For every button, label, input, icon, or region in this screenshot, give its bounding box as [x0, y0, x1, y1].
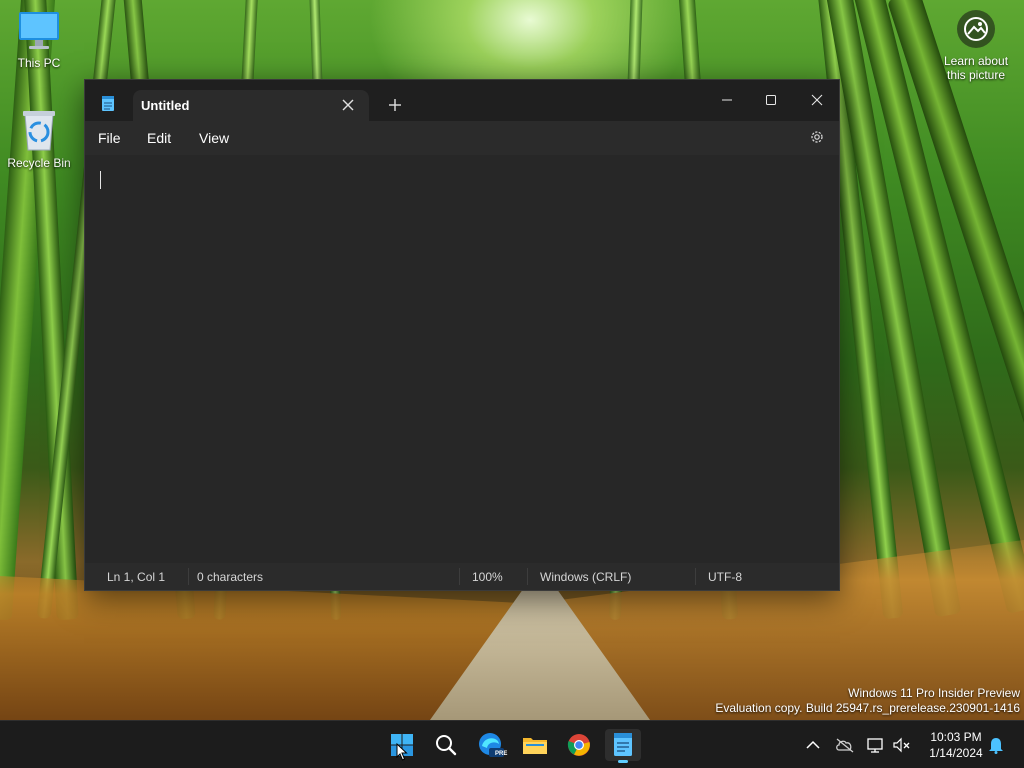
network-icon	[867, 738, 883, 753]
notepad-icon	[614, 733, 632, 756]
taskbar-chrome[interactable]	[561, 729, 597, 761]
show-hidden-icons-button[interactable]	[803, 735, 823, 755]
clock-time: 10:03 PM	[930, 730, 982, 744]
this-pc-icon	[19, 12, 59, 49]
status-encoding[interactable]: UTF-8	[708, 570, 742, 584]
active-app-indicator	[618, 760, 628, 763]
taskbar-file-explorer[interactable]	[517, 729, 553, 761]
chrome-icon	[567, 734, 590, 756]
taskbar: PRE 10:03 PM 1/14/2024	[0, 720, 1024, 768]
menu-edit[interactable]: Edit	[147, 130, 171, 146]
watermark-line-1: Windows 11 Pro Insider Preview	[848, 686, 1020, 700]
onedrive-button[interactable]	[835, 735, 855, 755]
taskbar-edge-preview[interactable]: PRE	[473, 729, 509, 761]
menu-file[interactable]: File	[98, 130, 121, 146]
desktop-icon-label: Recycle Bin	[7, 156, 71, 170]
network-button[interactable]	[866, 735, 886, 755]
edge-badge: PRE	[495, 751, 508, 757]
recycle-bin-icon	[23, 111, 55, 151]
search-icon	[436, 735, 457, 756]
chevron-up-icon	[806, 740, 820, 749]
menu-bar: File Edit View	[85, 121, 839, 155]
status-zoom[interactable]: 100%	[472, 570, 503, 584]
learn-line-2: this picture	[946, 68, 1006, 82]
file-explorer-icon	[523, 738, 547, 754]
text-editor-area[interactable]	[85, 155, 839, 563]
desktop-icon-this-pc[interactable]: This PC	[1, 10, 77, 70]
notepad-app-icon	[102, 96, 114, 111]
notifications-button[interactable]	[986, 735, 1006, 755]
desktop-icon-label: This PC	[17, 56, 61, 70]
learn-about-picture[interactable]: Learn about this picture	[936, 10, 1016, 82]
taskbar-notepad[interactable]	[605, 729, 641, 763]
status-position: Ln 1, Col 1	[107, 570, 166, 584]
tab-title: Untitled	[141, 98, 190, 113]
camera-spotlight-icon	[957, 10, 995, 48]
search-button[interactable]	[428, 729, 464, 761]
menu-view[interactable]: View	[199, 130, 229, 146]
clock-date: 1/14/2024	[929, 746, 983, 760]
mouse-cursor-icon	[396, 743, 408, 761]
maximize-icon	[766, 95, 776, 105]
desktop-icon-recycle-bin[interactable]: Recycle Bin	[1, 108, 77, 170]
tab-untitled[interactable]: Untitled	[133, 90, 369, 121]
new-tab-icon[interactable]	[388, 98, 402, 112]
close-icon	[811, 94, 823, 106]
status-bar: Ln 1, Col 1 0 characters 100% Windows (C…	[85, 563, 839, 590]
onedrive-offline-icon	[836, 738, 854, 753]
title-bar[interactable]: Untitled	[85, 80, 839, 121]
evaluation-watermark: Windows 11 Pro Insider Preview Evaluatio…	[715, 686, 1020, 716]
volume-button[interactable]	[892, 735, 912, 755]
maximize-button[interactable]	[749, 86, 793, 114]
bell-icon	[989, 738, 1003, 754]
minimize-icon	[722, 99, 732, 101]
status-characters: 0 characters	[197, 570, 264, 584]
notepad-window: Untitled File Edit View Ln 1, Col 1 0 ch…	[84, 79, 840, 591]
minimize-button[interactable]	[705, 86, 749, 114]
watermark-line-2: Evaluation copy. Build 25947.rs_prerelea…	[715, 701, 1020, 715]
close-window-button[interactable]	[795, 86, 839, 114]
status-line-ending[interactable]: Windows (CRLF)	[540, 570, 631, 584]
volume-muted-icon	[893, 737, 910, 753]
learn-line-1: Learn about	[943, 54, 1009, 68]
text-caret	[100, 171, 101, 189]
clock[interactable]: 10:03 PM 1/14/2024	[918, 729, 994, 761]
close-tab-icon[interactable]	[341, 98, 355, 112]
settings-gear-icon[interactable]	[809, 129, 825, 145]
